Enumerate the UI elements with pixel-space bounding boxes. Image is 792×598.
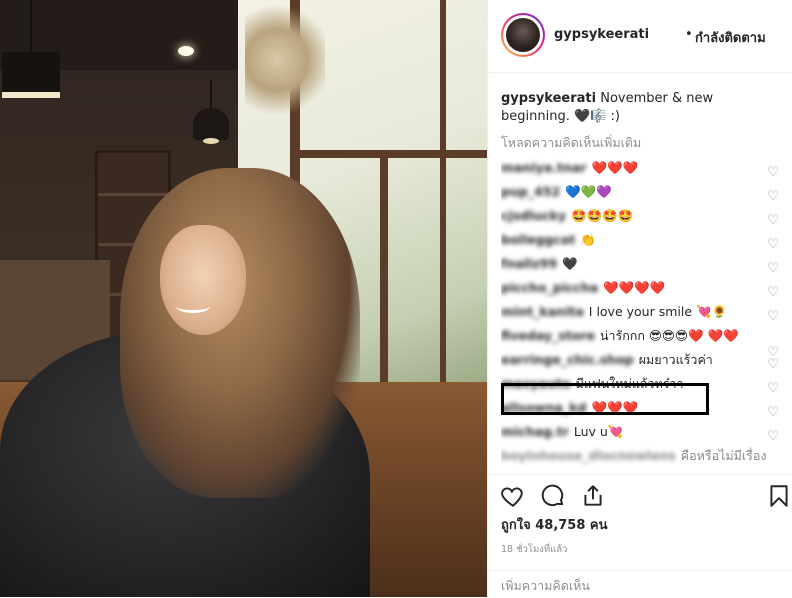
comment-row: maxyauto มีแฟนใหม่แล้วหร๋าา ♡	[501, 372, 781, 396]
photo-smile	[176, 300, 210, 313]
comment-username[interactable]: michag.tr	[501, 424, 569, 439]
add-comment-input[interactable]	[501, 578, 771, 593]
comment-row: fiveday_store น่ารักกก 😎😎😎❤️ ❤️❤️ ♡	[501, 324, 779, 360]
comment-row: fnallz99 🖤 ♡	[501, 252, 781, 276]
likes-count[interactable]: ถูกใจ 48,758 คน	[501, 514, 608, 535]
action-bar	[488, 474, 792, 517]
comment-username[interactable]: allsowna_kd	[501, 400, 586, 415]
comment-text: 🤩🤩🤩🤩	[571, 208, 634, 223]
comment-username[interactable]: pup_452	[501, 184, 560, 199]
comment-text: 👏	[580, 232, 596, 247]
caption-username[interactable]: gypsykeerati	[501, 91, 596, 106]
photo-dried-flowers	[245, 0, 325, 120]
comment-text: น่ารักกก 😎😎😎❤️ ❤️❤️	[599, 328, 739, 343]
comment-text: ❤️❤️❤️	[591, 400, 639, 415]
comment-username[interactable]: mint_kanita	[501, 304, 584, 319]
comment-username[interactable]: maniya.tnar	[501, 160, 586, 175]
comment-username[interactable]: earringe_chic.shop	[501, 352, 634, 367]
comment-text: Luv u💘	[573, 424, 624, 439]
photo-window-frame	[300, 150, 487, 158]
post-side-panel: gypsykeerati • กำลังติดตาม gypsykeerati …	[487, 0, 792, 597]
comment-username[interactable]: fnallz99	[501, 256, 557, 271]
post-photo[interactable]	[0, 0, 487, 597]
save-bookmark-icon[interactable]	[766, 483, 792, 509]
header-separator: •	[685, 27, 693, 42]
photo-face	[160, 225, 246, 335]
post-timestamp[interactable]: 18 ชั่วโมงที่แล้ว	[501, 542, 567, 557]
comment-username[interactable]: piccho_piccha	[501, 280, 598, 295]
post-header: gypsykeerati • กำลังติดตาม	[488, 0, 792, 73]
comment-row: michag.tr Luv u💘 ♡	[501, 420, 781, 444]
post-caption: gypsykeerati November & new beginning. 🖤…	[501, 90, 771, 126]
comment-username[interactable]: boylnhouse_dlocnowlens	[501, 448, 676, 463]
load-more-comments[interactable]: โหลดความคิดเห็นเพิ่มเติม	[501, 133, 641, 153]
photo-lamp-cord	[30, 0, 32, 52]
comment-username[interactable]: cjsdlucky	[501, 208, 566, 223]
comment-like-icon[interactable]: ♡	[767, 305, 779, 329]
like-heart-icon[interactable]	[500, 483, 526, 509]
comment-text: I love your smile 💘🌻	[588, 304, 728, 319]
comment-icon[interactable]	[540, 483, 566, 509]
comment-text: คือหรือไม่มีเรื่อง	[680, 448, 767, 463]
comment-row: maniya.tnar ❤️❤️❤️ ♡	[501, 156, 781, 180]
photo-hair	[120, 168, 360, 498]
comment-username[interactable]: maxyauto	[501, 376, 571, 391]
comment-row: boylnhouse_dlocnowlens คือหรือไม่มีเรื่อง	[501, 444, 781, 468]
comment-row: piccho_piccha ❤️❤️❤️❤️ ♡	[501, 276, 781, 300]
comment-text: มีแฟนใหม่แล้วหร๋าา	[575, 376, 684, 391]
comment-row: earringe_chic.shop ผมยาวแร้วค่า ♡	[501, 348, 781, 372]
comment-text: ผมยาวแร้วค่า	[638, 352, 713, 367]
comment-row: mint_kanita I love your smile 💘🌻 ♡	[501, 300, 781, 324]
comment-row: bolleggcat 👏 ♡	[501, 228, 781, 252]
comment-username[interactable]: bolleggcat	[501, 232, 575, 247]
photo-ceiling-light	[178, 46, 194, 56]
header-username[interactable]: gypsykeerati	[554, 27, 649, 42]
comment-row: pup_452 💙💚💜 ♡	[501, 180, 781, 204]
comment-row: cjsdlucky 🤩🤩🤩🤩 ♡	[501, 204, 781, 228]
comment-text: 💙💚💜	[565, 184, 612, 199]
comment-text: 🖤	[562, 256, 578, 271]
add-comment-bar	[488, 570, 792, 598]
avatar[interactable]	[501, 13, 545, 57]
comment-username[interactable]: fiveday_store	[501, 328, 595, 343]
comments-list: maniya.tnar ❤️❤️❤️ ♡ pup_452 💙💚💜 ♡ cjsdluc…	[501, 156, 781, 472]
photo-lantern-lamp	[193, 108, 229, 144]
following-button[interactable]: กำลังติดตาม	[695, 27, 766, 48]
photo-pendant-lamp	[2, 52, 60, 98]
photo-lamp-cord-2	[210, 80, 212, 110]
comment-text: ❤️❤️❤️❤️	[603, 280, 666, 295]
comment-text: ❤️❤️❤️	[591, 160, 639, 175]
share-icon[interactable]	[580, 483, 606, 509]
comment-row: allsowna_kd ❤️❤️❤️ ♡	[501, 396, 781, 420]
